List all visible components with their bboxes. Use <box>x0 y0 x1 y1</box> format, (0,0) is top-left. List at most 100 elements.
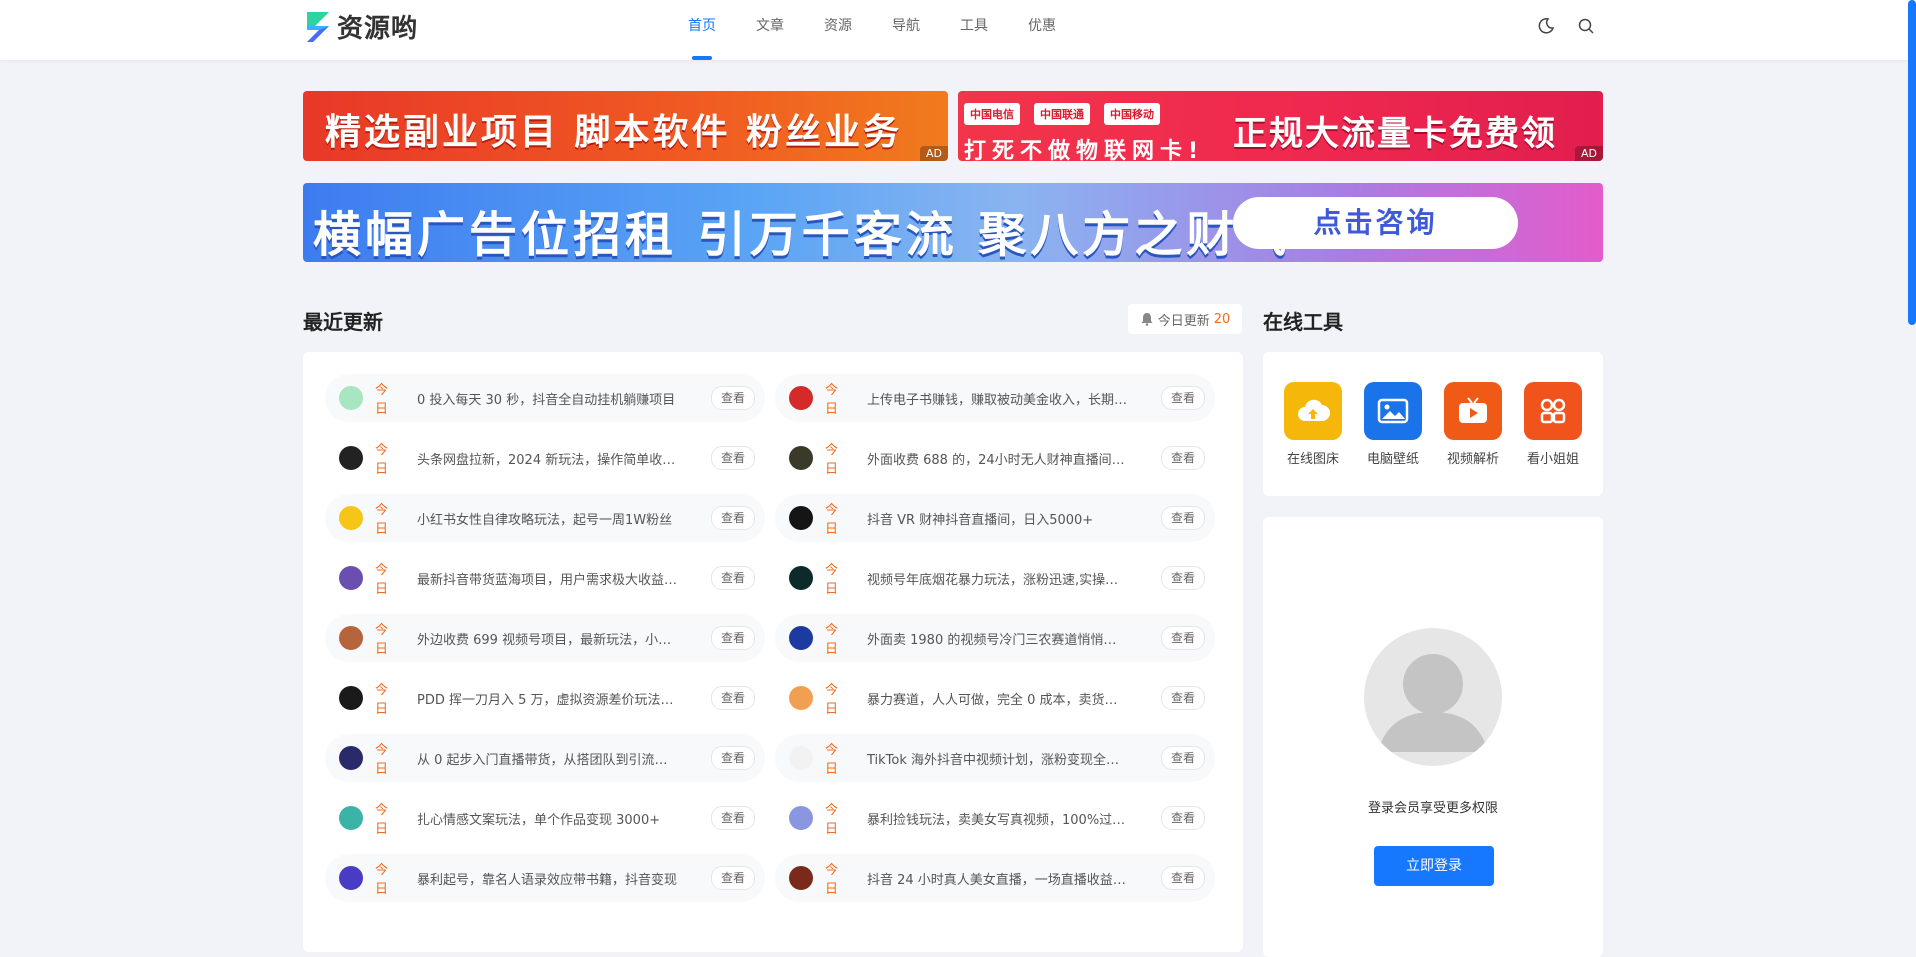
view-button[interactable]: 查看 <box>1161 386 1205 410</box>
list-item[interactable]: 今日 外边收费 699 视频号项目，最新玩法，小白可做 查看 <box>325 614 765 662</box>
list-item[interactable]: 今日 0 投入每天 30 秒，抖音全自动挂机躺赚项目 查看 <box>325 374 765 422</box>
list-item[interactable]: 今日 外面卖 1980 的视频号冷门三农赛道悄悄赚钱 查看 <box>775 614 1215 662</box>
view-button[interactable]: 查看 <box>1161 866 1205 890</box>
ad-consult-button[interactable]: 点击咨询 <box>1233 197 1518 249</box>
view-button[interactable]: 查看 <box>1161 806 1205 830</box>
view-button[interactable]: 查看 <box>1161 746 1205 770</box>
tool-girls-video[interactable]: 看小姐姐 <box>1513 382 1593 467</box>
dark-mode-toggle[interactable] <box>1534 14 1558 38</box>
default-avatar <box>1364 628 1502 766</box>
post-title[interactable]: 暴利捡钱玩法，卖美女写真视频，100%过原创 <box>867 809 1129 828</box>
view-button[interactable]: 查看 <box>1161 566 1205 590</box>
view-button[interactable]: 查看 <box>1161 686 1205 710</box>
nav-home[interactable]: 首页 <box>668 0 736 60</box>
post-thumbnail <box>789 566 813 590</box>
post-title[interactable]: 扎心情感文案玩法，单个作品变现 3000+ <box>417 809 679 828</box>
carrier-logo-mobile: 中国移动 <box>1104 103 1160 125</box>
search-button[interactable] <box>1574 14 1598 38</box>
list-item[interactable]: 今日 最新抖音带货蓝海项目，用户需求极大收益可观 查看 <box>325 554 765 602</box>
list-item[interactable]: 今日 视频号年底烟花暴力玩法，涨粉迅速,实操变现 查看 <box>775 554 1215 602</box>
list-item[interactable]: 今日 TikTok 海外抖音中视频计划，涨粉变现全流程 查看 <box>775 734 1215 782</box>
list-item[interactable]: 今日 头条网盘拉新，2024 新玩法，操作简单收益稳定 查看 <box>325 434 765 482</box>
list-item[interactable]: 今日 上传电子书赚钱，赚取被动美金收入，长期项目 查看 <box>775 374 1215 422</box>
tool-label: 视频解析 <box>1446 452 1499 467</box>
recent-updates-list: 今日 0 投入每天 30 秒，抖音全自动挂机躺赚项目 查看 今日 头条网盘拉新，… <box>303 352 1243 952</box>
list-item[interactable]: 今日 暴利捡钱玩法，卖美女写真视频，100%过原创 查看 <box>775 794 1215 842</box>
post-title[interactable]: PDD 挥一刀月入 5 万，虚拟资源差价玩法揭秘 <box>417 689 679 708</box>
today-updates-badge: 今日更新 20 <box>1128 304 1242 334</box>
today-tag: 今日 <box>375 443 389 477</box>
post-title[interactable]: TikTok 海外抖音中视频计划，涨粉变现全流程 <box>867 749 1129 768</box>
list-item[interactable]: 今日 暴利起号，靠名人语录效应带书籍，抖音变现 查看 <box>325 854 765 902</box>
list-item[interactable]: 今日 暴力赛道，人人可做，完全 0 成本，卖货变现 查看 <box>775 674 1215 722</box>
post-title[interactable]: 暴力赛道，人人可做，完全 0 成本，卖货变现 <box>867 689 1129 708</box>
today-tag: 今日 <box>375 623 389 657</box>
ad-banner-sim-card[interactable]: 中国电信 中国联通 中国移动 打死不做物联网卡! 正规大流量卡免费领 AD <box>958 91 1603 161</box>
post-title[interactable]: 外面卖 1980 的视频号冷门三农赛道悄悄赚钱 <box>867 629 1129 648</box>
list-item[interactable]: 今日 扎心情感文案玩法，单个作品变现 3000+ 查看 <box>325 794 765 842</box>
view-button[interactable]: 查看 <box>711 446 755 470</box>
list-item[interactable]: 今日 抖音 VR 财神抖音直播间，日入5000+ 查看 <box>775 494 1215 542</box>
post-title[interactable]: 上传电子书赚钱，赚取被动美金收入，长期项目 <box>867 389 1129 408</box>
list-item[interactable]: 今日 PDD 挥一刀月入 5 万，虚拟资源差价玩法揭秘 查看 <box>325 674 765 722</box>
view-button[interactable]: 查看 <box>711 626 755 650</box>
tool-icon-bg <box>1364 382 1422 440</box>
today-tag: 今日 <box>375 383 389 417</box>
ad-banner-side-hustle[interactable]: 精选副业项目 脚本软件 粉丝业务 AD <box>303 91 948 161</box>
view-button[interactable]: 查看 <box>1161 506 1205 530</box>
view-button[interactable]: 查看 <box>1161 626 1205 650</box>
post-title[interactable]: 小红书女性自律攻略玩法，起号一周1W粉丝 <box>417 509 679 528</box>
today-tag: 今日 <box>375 743 389 777</box>
view-button[interactable]: 查看 <box>711 746 755 770</box>
post-title[interactable]: 最新抖音带货蓝海项目，用户需求极大收益可观 <box>417 569 679 588</box>
post-thumbnail <box>789 506 813 530</box>
list-item[interactable]: 今日 从 0 起步入门直播带货，从搭团队到引流变现 查看 <box>325 734 765 782</box>
nav-tools[interactable]: 工具 <box>940 0 1008 60</box>
ad-tag: AD <box>920 146 948 161</box>
post-title[interactable]: 从 0 起步入门直播带货，从搭团队到引流变现 <box>417 749 679 768</box>
tool-wallpaper[interactable]: 电脑壁纸 <box>1353 382 1433 467</box>
view-button[interactable]: 查看 <box>711 686 755 710</box>
post-thumbnail <box>789 386 813 410</box>
tool-image-hosting[interactable]: 在线图床 <box>1273 382 1353 467</box>
tool-video-parser[interactable]: 视频解析 <box>1433 382 1513 467</box>
today-updates-count: 20 <box>1213 311 1231 327</box>
post-title[interactable]: 外面收费 688 的，24小时无人财神直播间项目 <box>867 449 1129 468</box>
view-button[interactable]: 查看 <box>711 506 755 530</box>
view-button[interactable]: 查看 <box>711 806 755 830</box>
view-button[interactable]: 查看 <box>711 386 755 410</box>
today-tag: 今日 <box>375 863 389 897</box>
login-button[interactable]: 立即登录 <box>1374 846 1494 886</box>
view-button[interactable]: 查看 <box>711 566 755 590</box>
site-logo[interactable]: 资源哟 <box>303 8 418 45</box>
view-button[interactable]: 查看 <box>1161 446 1205 470</box>
view-button[interactable]: 查看 <box>711 866 755 890</box>
post-thumbnail <box>339 686 363 710</box>
today-tag: 今日 <box>375 803 389 837</box>
scrollbar-thumb[interactable] <box>1908 0 1916 325</box>
apps-icon <box>1540 398 1566 424</box>
post-title[interactable]: 暴利起号，靠名人语录效应带书籍，抖音变现 <box>417 869 679 888</box>
post-title[interactable]: 外边收费 699 视频号项目，最新玩法，小白可做 <box>417 629 679 648</box>
today-tag: 今日 <box>375 563 389 597</box>
post-title[interactable]: 视频号年底烟花暴力玩法，涨粉迅速,实操变现 <box>867 569 1129 588</box>
nav-navigation[interactable]: 导航 <box>872 0 940 60</box>
logo-text: 资源哟 <box>337 14 419 44</box>
nav-articles[interactable]: 文章 <box>736 0 804 60</box>
list-item[interactable]: 今日 小红书女性自律攻略玩法，起号一周1W粉丝 查看 <box>325 494 765 542</box>
today-tag: 今日 <box>825 743 839 777</box>
list-item[interactable]: 今日 外面收费 688 的，24小时无人财神直播间项目 查看 <box>775 434 1215 482</box>
today-tag: 今日 <box>825 803 839 837</box>
post-title[interactable]: 抖音 VR 财神抖音直播间，日入5000+ <box>867 509 1129 528</box>
today-tag: 今日 <box>825 383 839 417</box>
post-title[interactable]: 抖音 24 小时真人美女直播，一场直播收益过万 <box>867 869 1129 888</box>
ad-banner-rental[interactable]: 横幅广告位招租 引万千客流 聚八方之财气 点击咨询 <box>303 183 1603 262</box>
nav-resources[interactable]: 资源 <box>804 0 872 60</box>
post-title[interactable]: 头条网盘拉新，2024 新玩法，操作简单收益稳定 <box>417 449 679 468</box>
ad-banner-text: 横幅广告位招租 引万千客流 聚八方之财气 <box>313 207 1291 262</box>
post-thumbnail <box>339 446 363 470</box>
list-item[interactable]: 今日 抖音 24 小时真人美女直播，一场直播收益过万 查看 <box>775 854 1215 902</box>
post-thumbnail <box>339 806 363 830</box>
nav-deals[interactable]: 优惠 <box>1008 0 1076 60</box>
post-title[interactable]: 0 投入每天 30 秒，抖音全自动挂机躺赚项目 <box>417 389 679 408</box>
